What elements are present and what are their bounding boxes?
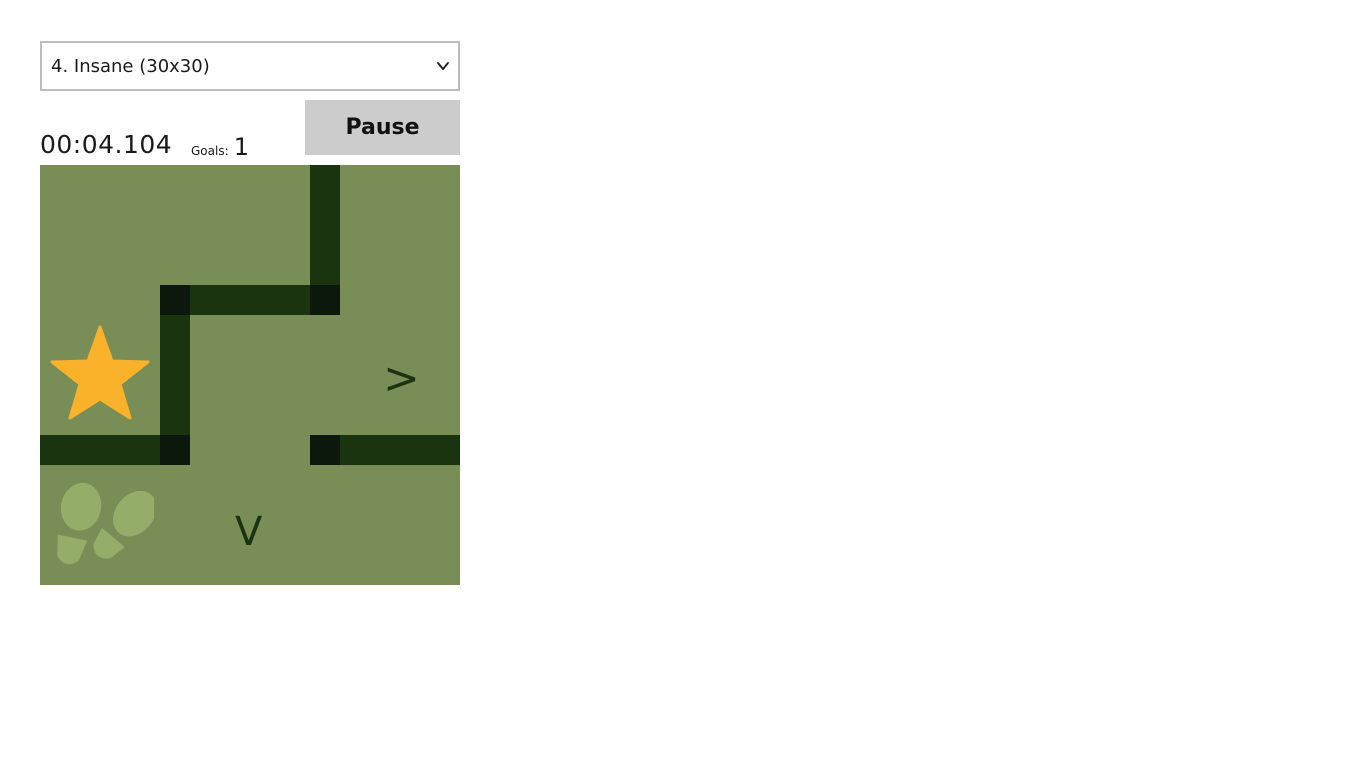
goals-value: 1	[233, 133, 249, 161]
maze-wall-joint	[160, 435, 190, 465]
maze-wall-joint	[310, 435, 340, 465]
goals-counter: Goals: 1	[191, 130, 249, 168]
chevron-down-icon	[437, 62, 449, 70]
timer-display: 00:04.104	[40, 130, 173, 159]
level-dropdown[interactable]: 4. Insane (30x30)	[40, 41, 460, 91]
pause-button[interactable]: Pause	[305, 100, 460, 155]
star-icon	[50, 325, 150, 420]
arrow-right-marker: >	[383, 353, 420, 404]
goals-label: Goals:	[191, 144, 229, 158]
footprints-icon	[57, 482, 154, 565]
maze-wall-joint	[310, 285, 340, 315]
maze-board[interactable]: > V	[40, 165, 460, 585]
maze-wall-joint	[160, 285, 190, 315]
arrow-down-marker: V	[235, 509, 263, 555]
app-window: 4. Insane (30x30) 00:04.104 Goals: 1 Pau…	[0, 0, 1366, 768]
level-dropdown-value: 4. Insane (30x30)	[51, 56, 210, 77]
